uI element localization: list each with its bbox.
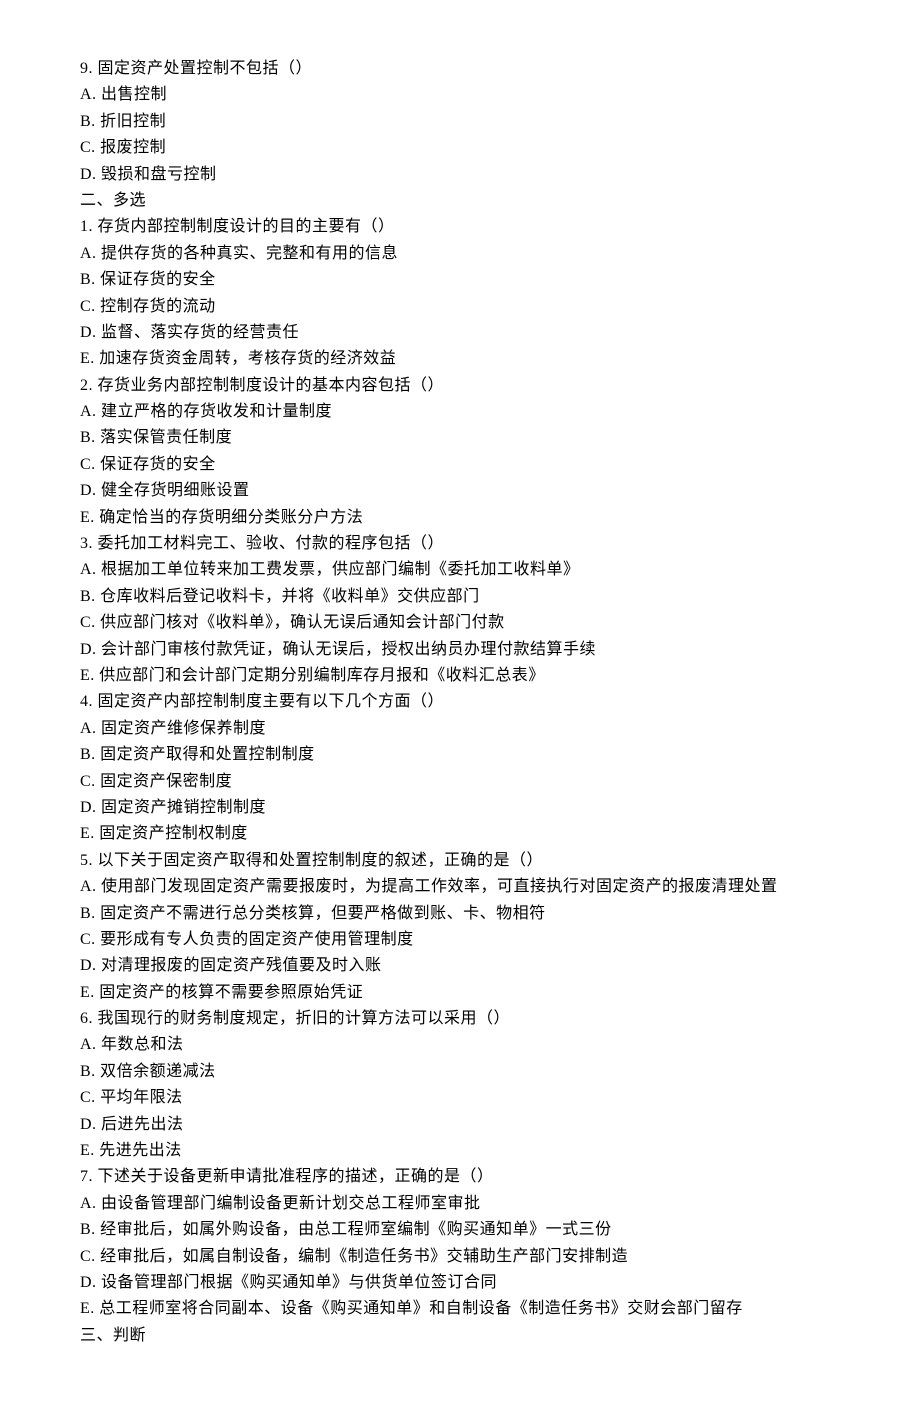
text-line: C. 经审批后，如属自制设备，编制《制造任务书》交辅助生产部门安排制造 [80,1244,840,1270]
text-line: E. 加速存货资金周转，考核存货的经济效益 [80,346,840,372]
text-line: 6. 我国现行的财务制度规定，折旧的计算方法可以采用（） [80,1006,840,1032]
text-line: E. 总工程师室将合同副本、设备《购买通知单》和自制设备《制造任务书》交财会部门… [80,1296,840,1322]
text-line: B. 落实保管责任制度 [80,425,840,451]
text-line: E. 固定资产控制权制度 [80,821,840,847]
text-line: 2. 存货业务内部控制制度设计的基本内容包括（） [80,373,840,399]
text-line: A. 年数总和法 [80,1032,840,1058]
text-line: 7. 下述关于设备更新申请批准程序的描述，正确的是（） [80,1164,840,1190]
text-line: B. 折旧控制 [80,109,840,135]
text-line: E. 固定资产的核算不需要参照原始凭证 [80,980,840,1006]
text-line: C. 平均年限法 [80,1085,840,1111]
text-line: D. 固定资产摊销控制制度 [80,795,840,821]
document-body: 9. 固定资产处置控制不包括（）A. 出售控制B. 折旧控制C. 报废控制D. … [80,56,840,1349]
text-line: 3. 委托加工材料完工、验收、付款的程序包括（） [80,531,840,557]
text-line: C. 要形成有专人负责的固定资产使用管理制度 [80,927,840,953]
text-line: D. 毁损和盘亏控制 [80,162,840,188]
text-line: 三、判断 [80,1323,840,1349]
text-line: B. 仓库收料后登记收料卡，并将《收料单》交供应部门 [80,584,840,610]
text-line: A. 固定资产维修保养制度 [80,716,840,742]
text-line: B. 双倍余额递减法 [80,1059,840,1085]
text-line: B. 保证存货的安全 [80,267,840,293]
text-line: D. 监督、落实存货的经营责任 [80,320,840,346]
text-line: E. 先进先出法 [80,1138,840,1164]
text-line: A. 建立严格的存货收发和计量制度 [80,399,840,425]
text-line: B. 固定资产取得和处置控制制度 [80,742,840,768]
text-line: D. 对清理报废的固定资产残值要及时入账 [80,953,840,979]
text-line: A. 使用部门发现固定资产需要报废时，为提高工作效率，可直接执行对固定资产的报废… [80,874,840,900]
text-line: 4. 固定资产内部控制制度主要有以下几个方面（） [80,689,840,715]
text-line: C. 保证存货的安全 [80,452,840,478]
text-line: C. 固定资产保密制度 [80,769,840,795]
text-line: A. 出售控制 [80,82,840,108]
text-line: B. 固定资产不需进行总分类核算，但要严格做到账、卡、物相符 [80,901,840,927]
text-line: C. 控制存货的流动 [80,294,840,320]
text-line: C. 供应部门核对《收料单》，确认无误后通知会计部门付款 [80,610,840,636]
text-line: D. 后进先出法 [80,1112,840,1138]
text-line: E. 供应部门和会计部门定期分别编制库存月报和《收料汇总表》 [80,663,840,689]
text-line: E. 确定恰当的存货明细分类账分户方法 [80,505,840,531]
text-line: 1. 存货内部控制制度设计的目的主要有（） [80,214,840,240]
text-line: D. 会计部门审核付款凭证，确认无误后，授权出纳员办理付款结算手续 [80,637,840,663]
text-line: 9. 固定资产处置控制不包括（） [80,56,840,82]
text-line: C. 报废控制 [80,135,840,161]
text-line: A. 根据加工单位转来加工费发票，供应部门编制《委托加工收料单》 [80,557,840,583]
text-line: A. 提供存货的各种真实、完整和有用的信息 [80,241,840,267]
text-line: A. 由设备管理部门编制设备更新计划交总工程师室审批 [80,1191,840,1217]
text-line: D. 健全存货明细账设置 [80,478,840,504]
text-line: B. 经审批后，如属外购设备，由总工程师室编制《购买通知单》一式三份 [80,1217,840,1243]
text-line: 二、多选 [80,188,840,214]
text-line: D. 设备管理部门根据《购买通知单》与供货单位签订合同 [80,1270,840,1296]
text-line: 5. 以下关于固定资产取得和处置控制制度的叙述，正确的是（） [80,848,840,874]
